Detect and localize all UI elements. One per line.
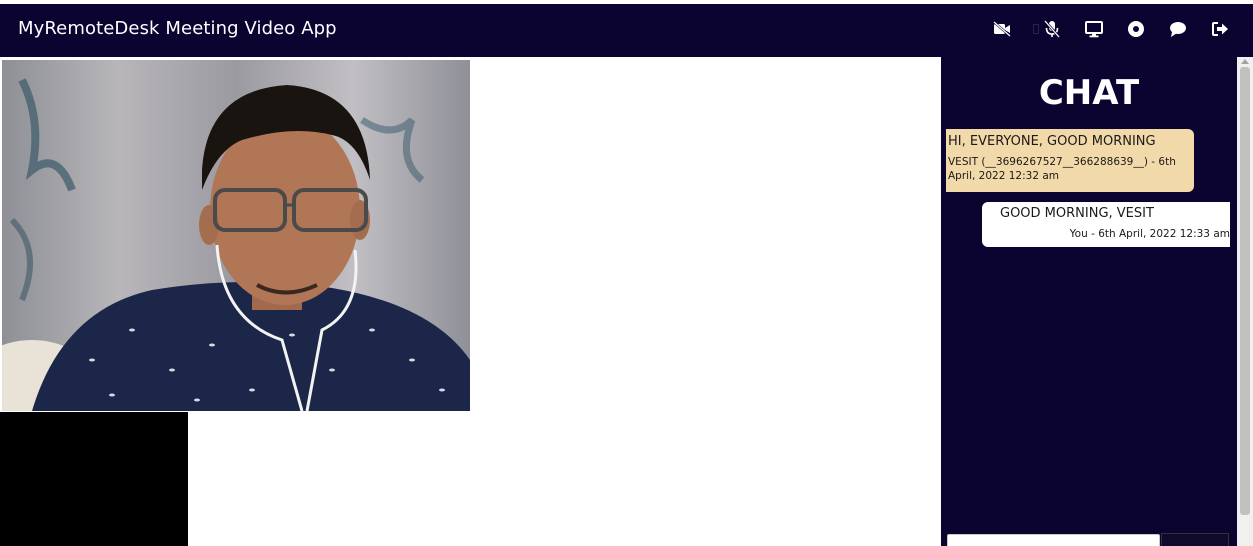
app-title: MyRemoteDesk Meeting Video App (18, 18, 337, 39)
screen-share-icon[interactable] (1083, 18, 1105, 40)
message-text: HI, EVERYONE, GOOD MORNING (948, 134, 1156, 149)
chat-message-incoming: HI, EVERYONE, GOOD MORNING VESIT (__3696… (946, 129, 1194, 192)
video-off-icon[interactable] (991, 18, 1013, 40)
message-text: GOOD MORNING, VESIT (1000, 206, 1154, 221)
chat-message-outgoing: GOOD MORNING, VESIT You - 6th April, 202… (982, 202, 1230, 247)
chat-title: CHAT (1038, 73, 1140, 113)
microphone-off-icon[interactable] (1041, 18, 1063, 40)
chat-panel: CHAT HI, EVERYONE, GOOD MORNING VESIT (_… (941, 57, 1237, 546)
camera-frame-illustration (2, 60, 470, 411)
meeting-controls (991, 18, 1231, 40)
mic-indicator-box (1033, 24, 1039, 34)
chat-bubble-icon[interactable] (1167, 18, 1189, 40)
remote-video-feed (0, 412, 188, 546)
send-button[interactable] (1161, 533, 1229, 546)
video-stage (0, 57, 941, 546)
leave-meeting-icon[interactable] (1209, 18, 1231, 40)
chat-message-input[interactable] (947, 534, 1160, 546)
message-meta: You - 6th April, 2022 12:33 am (1069, 228, 1230, 240)
scroll-up-arrow-icon[interactable] (1241, 59, 1249, 64)
record-icon[interactable] (1125, 18, 1147, 40)
top-navbar: MyRemoteDesk Meeting Video App (0, 4, 1253, 57)
scroll-thumb[interactable] (1240, 67, 1250, 515)
local-video-feed (2, 60, 470, 411)
microphone-control[interactable] (1033, 18, 1063, 40)
page-scrollbar[interactable] (1237, 57, 1253, 546)
message-meta: VESIT (__3696267527__366288639__) - 6th … (948, 154, 1192, 185)
